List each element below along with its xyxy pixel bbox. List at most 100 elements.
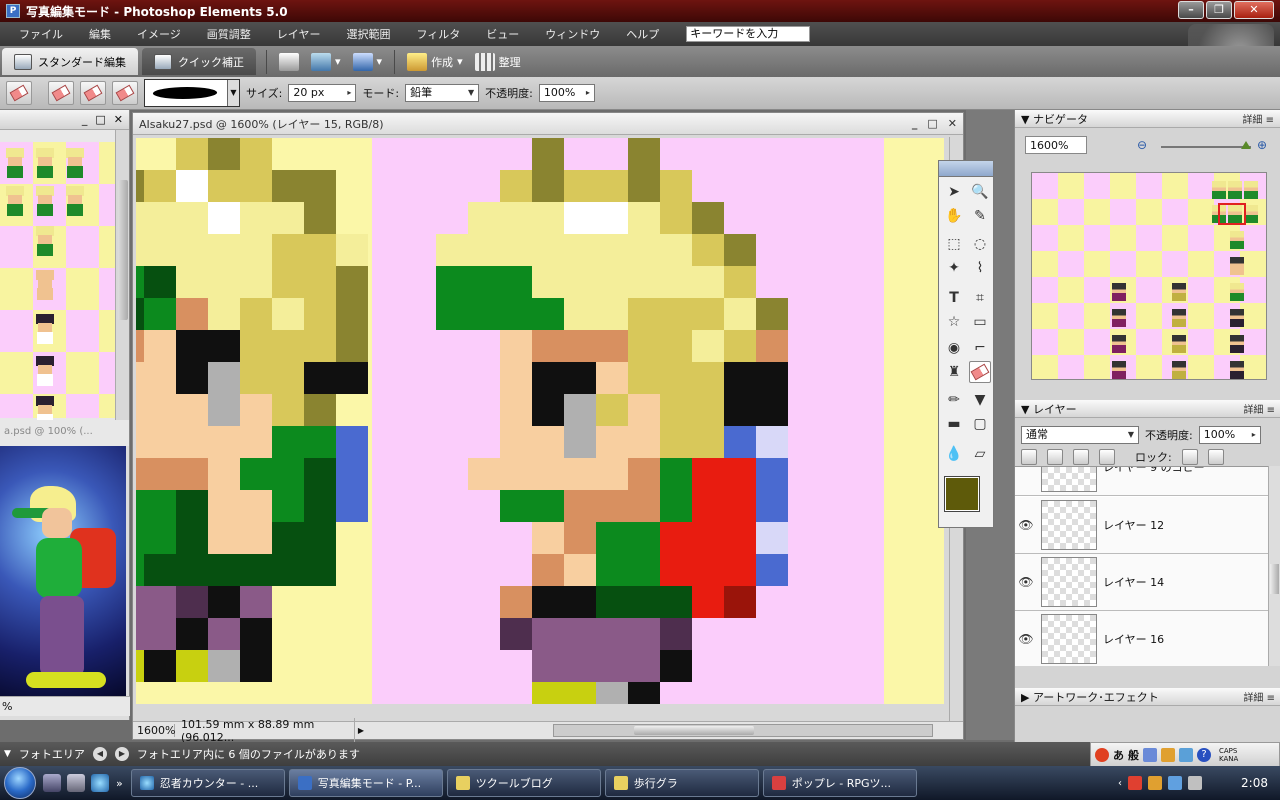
menu-window[interactable]: ウィンドウ bbox=[532, 26, 613, 42]
minimize-doc-icon[interactable]: _ bbox=[912, 117, 918, 130]
straighten-tool-icon[interactable]: ▭ bbox=[969, 311, 991, 333]
toolbox-grip[interactable] bbox=[939, 161, 993, 177]
clock[interactable]: 2:08 bbox=[1241, 776, 1268, 790]
dictionary-mode[interactable]: 般 bbox=[1128, 747, 1139, 763]
brush-preset-picker[interactable]: ▼ bbox=[144, 79, 240, 107]
adjustment-layer-icon[interactable] bbox=[1047, 449, 1063, 465]
tray-expand-icon[interactable]: ‹ bbox=[1118, 778, 1122, 789]
help-icon[interactable]: ? bbox=[1197, 748, 1211, 762]
marquee-tool-icon[interactable]: ⬚ bbox=[943, 233, 965, 255]
menu-filter[interactable]: フィルタ bbox=[403, 26, 473, 42]
minimize-button[interactable]: – bbox=[1178, 1, 1204, 19]
start-button[interactable] bbox=[0, 766, 40, 800]
blend-mode-select[interactable]: 通常 ▼ bbox=[1021, 426, 1139, 444]
menu-edit[interactable]: 編集 bbox=[76, 26, 124, 42]
restore-doc-icon[interactable]: □ bbox=[95, 113, 105, 126]
layers-more-button[interactable]: 詳細 ≡ bbox=[1243, 401, 1275, 416]
ime-settings-icon[interactable] bbox=[1179, 748, 1193, 762]
photo-bin-label[interactable]: フォトエリア bbox=[19, 746, 85, 762]
layers-header[interactable]: ▼ レイヤー 詳細 ≡ bbox=[1015, 400, 1280, 418]
shape-tool-icon[interactable]: ▢ bbox=[969, 413, 991, 435]
input-mode[interactable]: あ bbox=[1113, 747, 1124, 763]
blur-tool-icon[interactable]: 💧 bbox=[943, 443, 965, 465]
close-doc-icon[interactable]: ✕ bbox=[948, 117, 957, 130]
gradient-tool-icon[interactable]: ▬ bbox=[943, 413, 965, 435]
lasso-tool-icon[interactable]: ◌ bbox=[969, 233, 991, 255]
opacity-input[interactable]: 100% ▸ bbox=[538, 84, 595, 102]
close-window-button[interactable]: ✕ bbox=[1234, 1, 1274, 19]
share-button[interactable]: ▾ bbox=[305, 52, 347, 71]
zoom-tool-icon[interactable]: 🔍 bbox=[969, 181, 991, 203]
navigator-zoom-field[interactable]: 1600% bbox=[1025, 136, 1087, 154]
size-input[interactable]: 20 px ▸ bbox=[288, 84, 357, 102]
layer-row[interactable]: 👁 レイヤー 12 bbox=[1015, 497, 1269, 554]
volume-icon[interactable] bbox=[1188, 776, 1202, 790]
clone-stamp-tool-icon[interactable]: ♜ bbox=[943, 361, 965, 383]
layer-name[interactable]: レイヤー 9 のコピー bbox=[1103, 467, 1205, 475]
cookie-cutter-tool-icon[interactable]: ☆ bbox=[943, 311, 965, 333]
visibility-eye-icon[interactable]: 👁 bbox=[1015, 632, 1037, 646]
move-tool-icon[interactable]: ➤ bbox=[943, 181, 965, 203]
show-desktop-icon[interactable] bbox=[43, 774, 61, 792]
ime-pad-icon[interactable] bbox=[1143, 748, 1157, 762]
selection-brush-tool-icon[interactable]: ⌇ bbox=[969, 257, 991, 279]
navigator-zoom-slider[interactable] bbox=[1161, 141, 1251, 149]
search-input[interactable]: キーワードを入力 bbox=[686, 26, 811, 42]
ime-tool-icon[interactable] bbox=[1161, 748, 1175, 762]
eyedropper-tool-icon[interactable]: ✎ bbox=[969, 205, 991, 227]
minimize-doc-icon[interactable]: _ bbox=[82, 113, 88, 126]
sponge-tool-icon[interactable]: ▱ bbox=[969, 443, 991, 465]
task-ninja-counter[interactable]: 忍者カウンター - ... bbox=[130, 769, 285, 797]
slider-knob[interactable] bbox=[1241, 141, 1251, 149]
menu-view[interactable]: ビュー bbox=[473, 26, 532, 42]
lock-transparency-icon[interactable] bbox=[1181, 449, 1198, 465]
link-layers-icon[interactable] bbox=[1099, 449, 1115, 465]
organize-button[interactable]: 整理 bbox=[469, 52, 527, 71]
next-photo-button[interactable]: ▶ bbox=[114, 747, 129, 761]
tab-standard-edit[interactable]: スタンダード編集 bbox=[2, 48, 138, 75]
crop-tool-icon[interactable]: ⌗ bbox=[969, 287, 991, 309]
chevron-right-icon[interactable]: ▸ bbox=[1252, 427, 1256, 443]
chevron-down-icon[interactable]: ▼ bbox=[1021, 403, 1029, 416]
artwork-effects-more-button[interactable]: 詳細 ≡ bbox=[1243, 689, 1275, 704]
switch-windows-icon[interactable] bbox=[67, 774, 85, 792]
artwork-effects-header[interactable]: ▶ アートワーク･エフェクト 詳細 ≡ bbox=[1015, 688, 1280, 706]
menu-help[interactable]: ヘルプ bbox=[613, 26, 672, 42]
character-artwork-image[interactable] bbox=[0, 446, 126, 696]
layer-row[interactable]: レイヤー 9 のコピー bbox=[1015, 467, 1269, 496]
artwork-zoom[interactable]: % bbox=[0, 696, 130, 716]
task-photoshop[interactable]: 写真編集モード - P... bbox=[288, 769, 443, 797]
tray-app-icon[interactable] bbox=[1148, 776, 1162, 790]
mode-select[interactable]: 鉛筆 ▼ bbox=[405, 84, 480, 102]
layer-row[interactable]: 👁 レイヤー 14 bbox=[1015, 554, 1269, 611]
layer-name[interactable]: レイヤー 14 bbox=[1103, 574, 1164, 590]
tab-quick-fix[interactable]: クイック補正 bbox=[142, 48, 256, 75]
layer-row[interactable]: 👁 レイヤー 16 bbox=[1015, 611, 1269, 666]
navigator-more-button[interactable]: 詳細 ≡ bbox=[1242, 111, 1274, 126]
task-walking-graphics[interactable]: 歩行グラ bbox=[604, 769, 759, 797]
foreground-color-swatch[interactable] bbox=[945, 477, 979, 511]
close-doc-icon[interactable]: ✕ bbox=[114, 113, 123, 126]
quicklaunch-more-icon[interactable]: » bbox=[116, 777, 123, 790]
visibility-eye-icon[interactable]: 👁 bbox=[1015, 575, 1037, 589]
chevron-right-icon[interactable]: ▶ bbox=[355, 726, 367, 735]
chevron-down-icon[interactable]: ▼ bbox=[1021, 113, 1029, 126]
menu-enhance[interactable]: 画質調整 bbox=[194, 26, 264, 42]
type-tool-icon[interactable]: T bbox=[943, 287, 965, 309]
healing-brush-tool-icon[interactable]: ⌐ bbox=[969, 337, 991, 359]
visibility-eye-icon[interactable]: 👁 bbox=[1015, 518, 1037, 532]
image-canvas[interactable] bbox=[136, 138, 944, 704]
hand-tool-icon[interactable]: ✋ bbox=[943, 205, 965, 227]
background-eraser-button[interactable] bbox=[80, 81, 106, 105]
internet-explorer-icon[interactable] bbox=[91, 774, 109, 792]
online-button[interactable]: ▾ bbox=[347, 52, 389, 71]
zoom-out-icon[interactable]: ⊖ bbox=[1137, 138, 1147, 152]
menu-file[interactable]: ファイル bbox=[6, 26, 76, 42]
menu-image[interactable]: イメージ bbox=[124, 26, 194, 42]
navigator-view-frame[interactable] bbox=[1218, 203, 1246, 225]
red-eye-tool-icon[interactable]: ◉ bbox=[943, 337, 965, 359]
print-button[interactable] bbox=[273, 52, 305, 71]
previous-photo-button[interactable]: ◀ bbox=[92, 747, 107, 761]
network-icon[interactable] bbox=[1168, 776, 1182, 790]
chevron-right-icon[interactable]: ▶ bbox=[1021, 691, 1029, 704]
